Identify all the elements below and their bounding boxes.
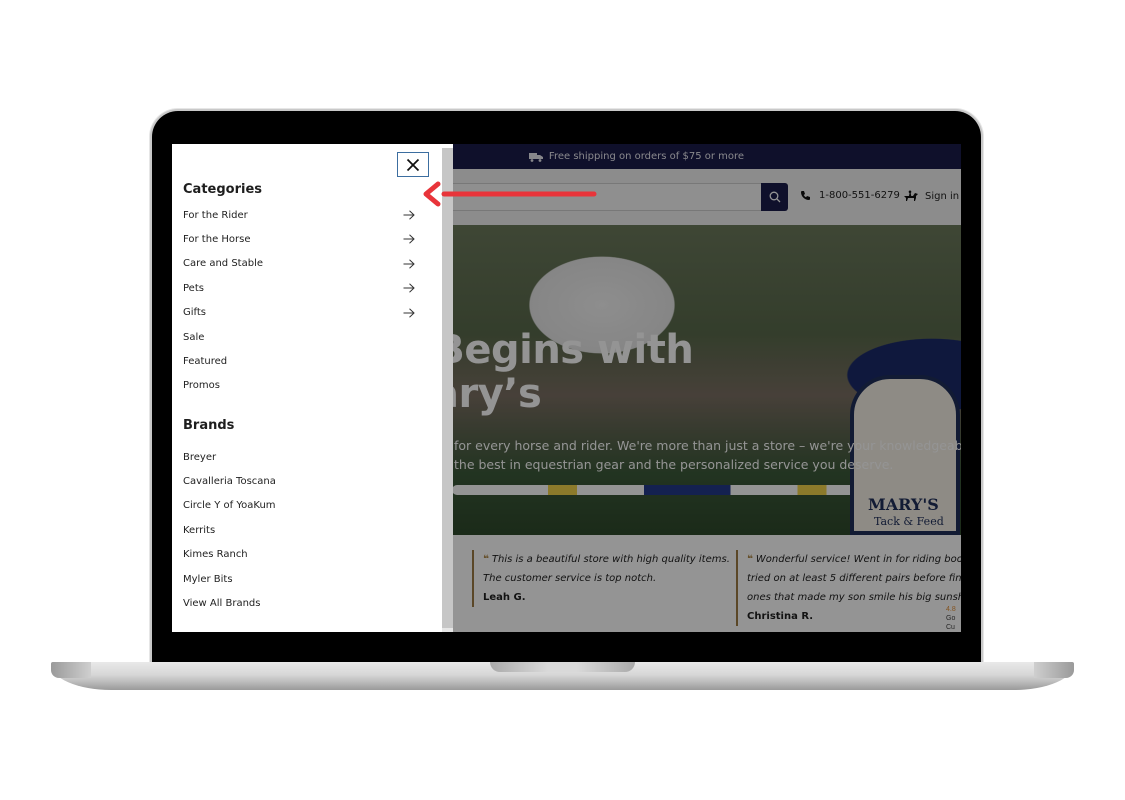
category-label: Pets (183, 282, 204, 294)
category-label: Featured (183, 355, 228, 367)
arrow-right-icon (403, 283, 415, 293)
category-item[interactable]: For the Horse (183, 229, 415, 249)
category-item[interactable]: Sale (183, 327, 415, 347)
category-item[interactable]: Promos (183, 376, 415, 396)
category-item[interactable]: For the Rider (183, 205, 415, 225)
brand-item[interactable]: Kerrits (183, 520, 415, 540)
brand-item[interactable]: Breyer (183, 447, 415, 467)
scrollbar-thumb[interactable] (442, 148, 453, 628)
brand-item[interactable]: Cavalleria Toscana (183, 471, 415, 491)
category-label: Promos (183, 380, 220, 392)
category-label: Gifts (183, 307, 207, 319)
brand-item[interactable]: Kimes Ranch (183, 545, 415, 565)
brand-item[interactable]: View All Brands (183, 593, 415, 613)
brand-label: Kimes Ranch (183, 549, 248, 561)
brands-heading: Brands (183, 418, 235, 433)
brand-label: Cavalleria Toscana (183, 475, 276, 487)
category-label: For the Rider (183, 209, 248, 221)
brand-label: View All Brands (183, 597, 261, 609)
brand-label: Myler Bits (183, 573, 233, 585)
brand-item[interactable]: Circle Y of YoaKum (183, 496, 415, 516)
category-label: Care and Stable (183, 258, 263, 270)
close-icon (406, 158, 420, 171)
category-item[interactable]: Featured (183, 351, 415, 371)
arrow-right-icon (403, 234, 415, 244)
laptop-notch (490, 662, 635, 672)
laptop-screen: Free shipping on orders of $75 or more s… (172, 144, 961, 632)
drawer-scrollbar[interactable] (442, 148, 453, 632)
categories-heading: Categories (183, 182, 263, 197)
brand-item[interactable]: Myler Bits (183, 569, 415, 589)
category-item[interactable]: Gifts (183, 303, 415, 323)
close-drawer-button[interactable] (397, 152, 429, 177)
category-item[interactable]: Pets (183, 278, 415, 298)
arrow-right-icon (403, 259, 415, 269)
category-label: Sale (183, 331, 205, 343)
annotation-arrow-icon (423, 181, 597, 207)
arrow-right-icon (403, 210, 415, 220)
arrow-right-icon (403, 308, 415, 318)
brand-label: Breyer (183, 451, 217, 463)
brand-label: Circle Y of YoaKum (183, 500, 276, 512)
navigation-drawer: Categories For the Rider For the Horse Car… (172, 144, 453, 632)
brand-label: Kerrits (183, 524, 216, 536)
category-label: For the Horse (183, 233, 251, 245)
category-item[interactable]: Care and Stable (183, 254, 415, 274)
